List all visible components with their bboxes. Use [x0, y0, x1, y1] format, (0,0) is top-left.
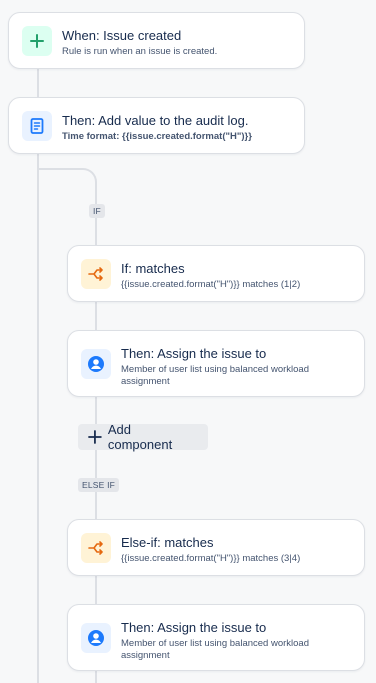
if-icon-box [81, 259, 111, 289]
assign-title-2: Then: Assign the issue to [121, 620, 267, 635]
audit-log-card[interactable]: Then: Add value to the audit log. Time f… [8, 97, 305, 154]
document-icon [30, 118, 44, 134]
add-component-button[interactable]: Add component [78, 422, 208, 452]
branch-elbow [37, 168, 97, 198]
user-icon [88, 356, 104, 372]
assign-issue-card[interactable]: Then: Assign the issue to Member of user… [67, 330, 365, 397]
connector-main [37, 68, 39, 98]
plus-icon [88, 430, 102, 444]
trigger-title: When: Issue created [62, 28, 182, 43]
user-icon [88, 630, 104, 646]
assign-title: Then: Assign the issue to [121, 346, 267, 361]
audit-title: Then: Add value to the audit log. [62, 113, 249, 128]
if-tag: IF [89, 204, 105, 218]
else-if-condition-card[interactable]: Else-if: matches {{issue.created.format(… [67, 519, 365, 576]
branch-icon [88, 267, 103, 281]
audit-icon-box [22, 111, 52, 141]
else-if-icon-box [81, 533, 111, 563]
if-title: If: matches [121, 261, 185, 276]
audit-subtitle: Time format: {{issue.created.format("H")… [62, 131, 252, 142]
assign-icon-box [81, 349, 111, 379]
assign-icon-box-2 [81, 623, 111, 653]
else-if-title: Else-if: matches [121, 535, 214, 550]
trigger-icon-box [22, 26, 52, 56]
trigger-card[interactable]: When: Issue created Rule is run when an … [8, 12, 305, 69]
connector-main-lower [37, 153, 39, 683]
add-component-label: Add component [107, 422, 173, 452]
assign-issue-card-2[interactable]: Then: Assign the issue to Member of user… [67, 604, 365, 671]
else-if-subtitle: {{issue.created.format("H")}} matches (3… [121, 553, 301, 564]
branch-icon [88, 541, 103, 555]
plus-icon [30, 34, 44, 48]
assign-subtitle: Member of user list using balanced workl… [121, 364, 309, 387]
else-if-tag: ELSE IF [78, 478, 120, 492]
if-subtitle: {{issue.created.format("H")}} matches (1… [121, 279, 301, 290]
assign-subtitle-2: Member of user list using balanced workl… [121, 638, 309, 661]
if-condition-card[interactable]: If: matches {{issue.created.format("H")}… [67, 245, 365, 302]
trigger-subtitle: Rule is run when an issue is created. [62, 46, 218, 57]
